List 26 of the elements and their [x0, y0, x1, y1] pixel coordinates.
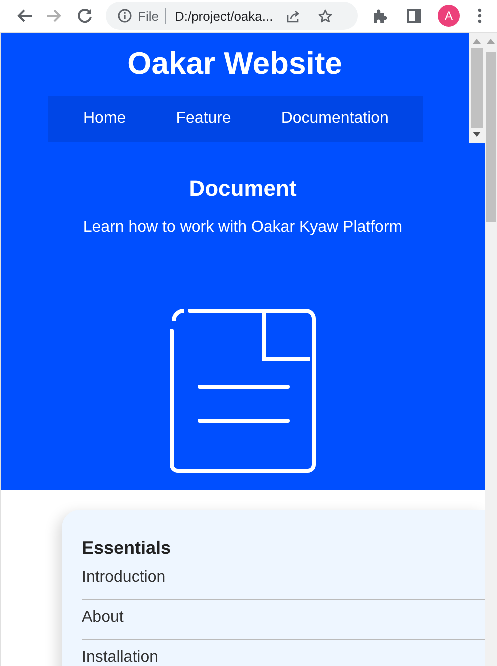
back-arrow-icon[interactable]	[17, 8, 33, 24]
section-heading: Essentials	[82, 538, 172, 559]
nav-link[interactable]: Feature	[176, 110, 232, 128]
side-panel-icon[interactable]	[407, 9, 421, 23]
scroll-thumb[interactable]	[486, 52, 496, 222]
nav-link[interactable]: Home	[84, 110, 126, 128]
scroll-thumb[interactable]	[471, 48, 483, 128]
arrow-down-icon[interactable]	[473, 132, 481, 137]
url-text: D:/project/oaka...	[174, 8, 274, 24]
menu-icon[interactable]	[478, 8, 482, 24]
sidebar-link[interactable]: About	[82, 600, 485, 640]
site-title: Oakar Website	[128, 46, 342, 82]
hero-subtitle: Learn how to work with Oakar Kyaw Platform	[83, 219, 403, 237]
star-icon[interactable]	[318, 8, 334, 24]
info-icon[interactable]	[118, 9, 132, 23]
scrollbar[interactable]	[485, 33, 497, 666]
address-bar[interactable]: File D:/project/oaka...	[106, 2, 358, 30]
hero-heading: Document	[189, 176, 297, 202]
sidebar-link[interactable]: Introduction	[82, 565, 485, 600]
share-icon[interactable]	[286, 8, 302, 24]
nav-link[interactable]: Documentation	[281, 110, 389, 128]
scheme-label: File	[138, 8, 159, 24]
avatar[interactable]: A	[438, 5, 460, 27]
scrollbar[interactable]	[469, 33, 485, 143]
reload-icon[interactable]	[77, 8, 93, 24]
puzzle-icon[interactable]	[372, 8, 388, 24]
